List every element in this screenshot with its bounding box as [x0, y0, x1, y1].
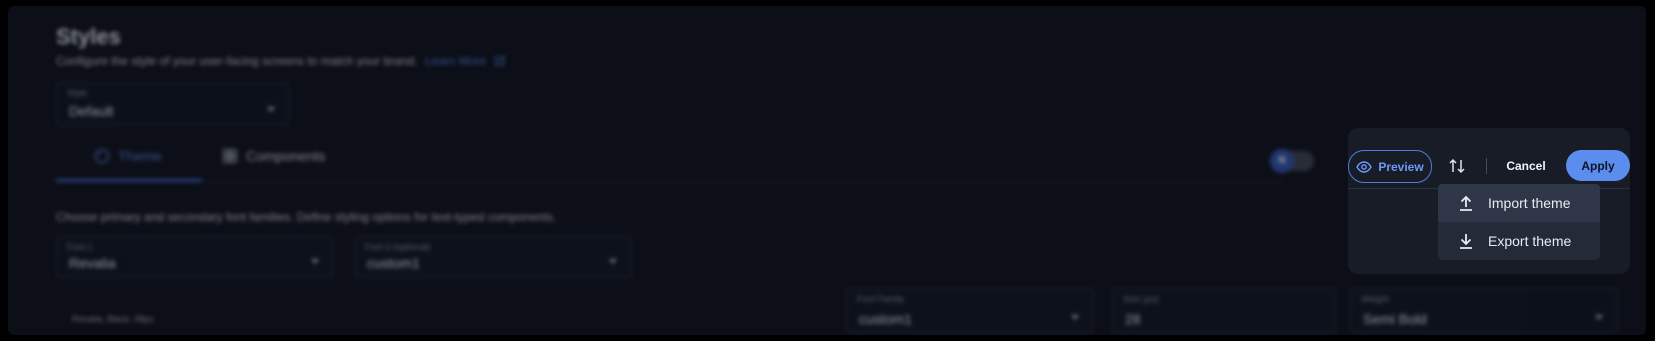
theme-actions-panel: Preview Cancel Apply Import theme Export…: [1348, 128, 1630, 274]
font2-value: custom1: [367, 255, 420, 271]
chevron-down-icon: [311, 259, 319, 264]
subtitle-text: Configure the style of your user-facing …: [56, 54, 418, 68]
export-theme-label: Export theme: [1488, 233, 1572, 249]
arrows-up-down-icon: [1449, 158, 1465, 174]
theme-toggle[interactable]: N: [1270, 149, 1314, 173]
style-select[interactable]: Style Default: [56, 82, 290, 126]
font2-select[interactable]: Font 2 (optional) custom1: [354, 236, 632, 278]
learn-more-link[interactable]: Learn More: [425, 54, 486, 68]
chevron-down-icon: [1071, 315, 1079, 320]
upload-icon: [1460, 195, 1472, 211]
active-tab-indicator: [56, 179, 202, 182]
font1-label: Font 1: [67, 242, 93, 252]
style-select-label: Style: [67, 88, 88, 98]
chevron-down-icon: [1595, 315, 1603, 320]
font-description: Choose primary and secondary font famili…: [56, 210, 557, 224]
tab-components-label: Components: [246, 148, 326, 164]
tab-bar: Theme Components: [56, 136, 1286, 182]
size-input[interactable]: Size (px) 28: [1112, 288, 1336, 334]
eye-icon: [1356, 160, 1373, 173]
import-export-toggle[interactable]: [1444, 154, 1470, 178]
toolbar-divider: [1486, 158, 1487, 174]
tab-components[interactable]: Components: [222, 148, 325, 164]
chevron-down-icon: [609, 259, 617, 264]
grid-icon: [223, 149, 237, 163]
import-theme-item[interactable]: Import theme: [1438, 184, 1600, 222]
chevron-down-icon: [267, 107, 275, 112]
external-link-icon: [494, 56, 505, 66]
font-preview-caption: Revalia, Black, 48px: [72, 314, 154, 324]
size-label: Size (px): [1123, 294, 1159, 304]
font-family-select[interactable]: Font Family custom1: [846, 288, 1094, 334]
preview-button[interactable]: Preview: [1348, 150, 1432, 183]
size-value: 28: [1125, 311, 1141, 327]
font2-label: Font 2 (optional): [365, 242, 431, 252]
font-family-value: custom1: [859, 311, 912, 327]
export-theme-item[interactable]: Export theme: [1438, 222, 1600, 260]
weight-select[interactable]: Weight Semi Bold: [1350, 288, 1618, 334]
import-theme-label: Import theme: [1488, 195, 1571, 211]
toggle-knob: N: [1270, 149, 1294, 173]
tab-theme[interactable]: Theme: [94, 148, 162, 164]
page-title: Styles: [56, 24, 121, 49]
palette-icon: [94, 148, 110, 164]
cancel-button[interactable]: Cancel: [1498, 150, 1554, 181]
weight-label: Weight: [1361, 294, 1389, 304]
style-select-value: Default: [69, 103, 114, 119]
import-export-menu: Import theme Export theme: [1438, 184, 1600, 260]
font-family-label: Font Family: [857, 294, 905, 304]
page-subtitle: Configure the style of your user-facing …: [56, 54, 506, 68]
download-icon: [1460, 234, 1472, 249]
app-window: Styles Configure the style of your user-…: [8, 6, 1646, 335]
font1-select[interactable]: Font 1 Revalia: [56, 236, 334, 278]
preview-button-label: Preview: [1378, 159, 1424, 174]
weight-value: Semi Bold: [1363, 311, 1427, 327]
font1-value: Revalia: [69, 255, 116, 271]
apply-button[interactable]: Apply: [1566, 150, 1630, 181]
tab-theme-label: Theme: [118, 148, 162, 164]
